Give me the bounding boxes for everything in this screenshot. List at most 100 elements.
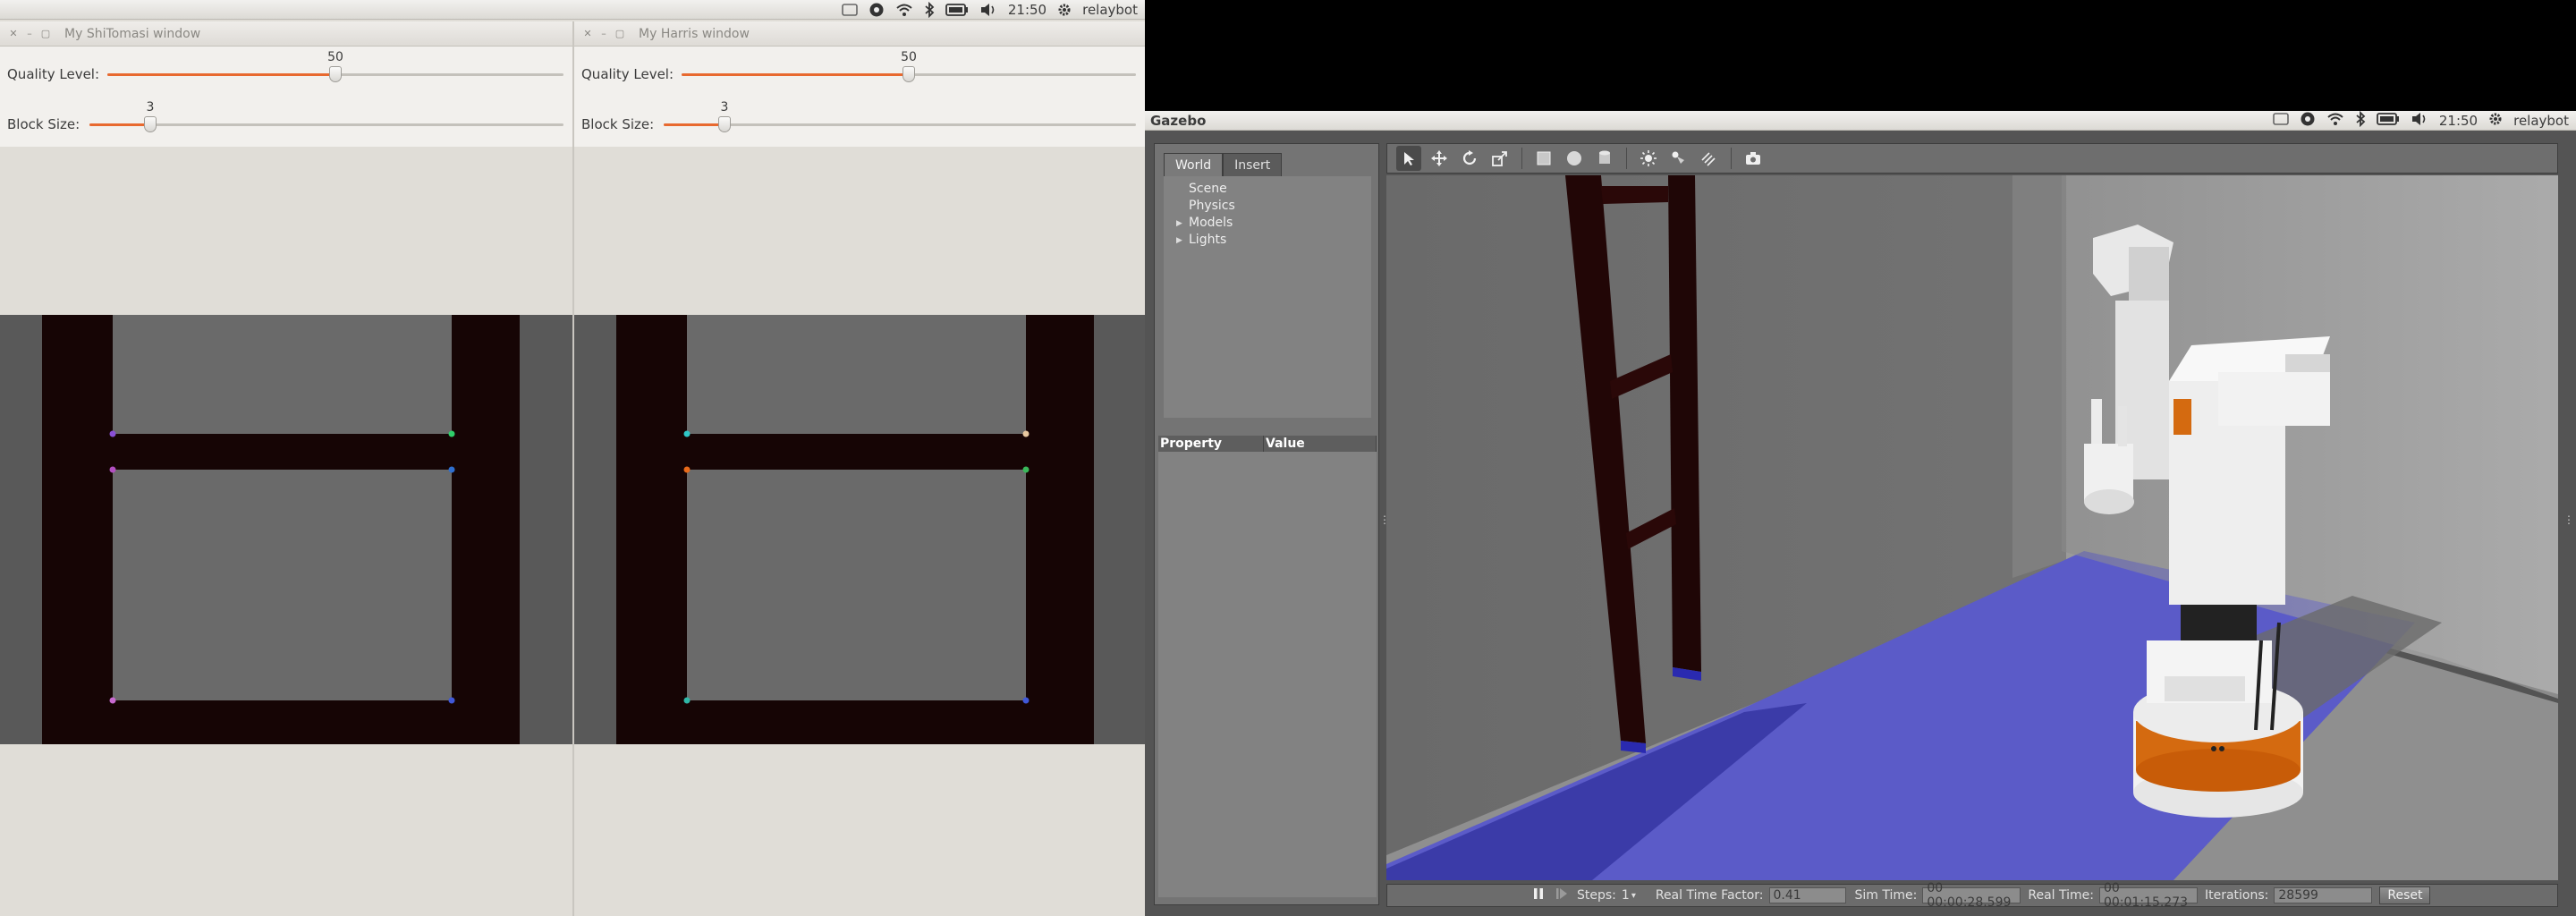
gazebo-toolbar [1386, 143, 2558, 174]
steps-label: Steps: [1577, 888, 1616, 903]
volume-icon[interactable] [2411, 112, 2428, 130]
block-size-label: Block Size: [581, 116, 655, 132]
simulation-status-bar: Steps: 1 ▾ Real Time Factor: 0.41 Sim Ti… [1386, 881, 2558, 910]
sphere-icon[interactable] [1562, 146, 1587, 171]
clock[interactable]: 21:50 [2439, 113, 2478, 129]
left-screen: 21:50 relaybot ✕ – ▢ My ShiTomasi window… [0, 0, 1145, 916]
block-size-track[interactable] [664, 123, 1136, 126]
tab-world[interactable]: World [1164, 153, 1224, 176]
quality-slider-thumb[interactable] [329, 66, 342, 82]
chevron-down-icon[interactable]: ▾ [1631, 891, 1636, 901]
bluetooth-icon[interactable] [2355, 110, 2366, 131]
quality-label: Quality Level: [7, 66, 100, 82]
corner-marker [1022, 466, 1030, 473]
shitomasi-window: ✕ – ▢ My ShiTomasi window Quality Level:… [0, 21, 572, 916]
close-icon[interactable]: ✕ [581, 28, 594, 40]
window-title-bar[interactable]: ✕ – ▢ My ShiTomasi window [0, 21, 572, 47]
iterations-field: 28599 [2274, 887, 2373, 903]
sim-time-field: 00 00:00:28.599 [1922, 881, 2021, 910]
rotate-icon[interactable] [1457, 146, 1482, 171]
corner-marker [448, 466, 455, 473]
real-time-field: 00 00:01:15.273 [2098, 881, 2198, 910]
minimize-icon[interactable]: – [23, 28, 36, 40]
corner-marker [683, 466, 691, 473]
block-size-track[interactable] [89, 123, 564, 126]
corner-marker [1022, 430, 1030, 437]
box-icon[interactable] [1531, 146, 1556, 171]
dropbox-icon[interactable] [842, 2, 858, 18]
world-panel: World Insert Scene Physics ▶ Models ▶ Li… [1154, 143, 1379, 905]
tab-insert[interactable]: Insert [1223, 153, 1283, 176]
gazebo-top-bar: Gazebo 21:50 relaybot [1145, 110, 2576, 131]
block-size-slider-thumb[interactable] [718, 116, 731, 132]
select-icon[interactable] [1396, 146, 1421, 171]
corner-marker [683, 697, 691, 704]
splitter-handle[interactable]: ⋮ [1379, 513, 1390, 531]
quality-value: 50 [327, 50, 343, 64]
spot-light-icon[interactable] [1666, 146, 1691, 171]
minimize-icon[interactable]: – [597, 28, 610, 40]
3d-viewport[interactable] [1386, 175, 2558, 880]
user-name[interactable]: relaybot [2513, 113, 2569, 129]
cylinder-icon[interactable] [1592, 146, 1617, 171]
battery-icon[interactable] [945, 2, 969, 18]
tree-item-lights[interactable]: Lights [1189, 233, 1226, 247]
block-size-value: 3 [146, 100, 155, 114]
volume-icon[interactable] [979, 2, 997, 18]
block-size-trackbar: Block Size: 3 [0, 97, 572, 147]
maximize-icon[interactable]: ▢ [614, 28, 626, 40]
gear-icon[interactable] [1057, 2, 1072, 18]
camera-icon[interactable] [1741, 146, 1766, 171]
corner-marker [683, 430, 691, 437]
bluetooth-icon[interactable] [924, 1, 935, 18]
splitter-handle[interactable]: ⋮ [2563, 513, 2574, 531]
corner-marker [109, 466, 116, 473]
maximize-icon[interactable]: ▢ [39, 28, 52, 40]
sun-icon[interactable] [1636, 146, 1661, 171]
user-name[interactable]: relaybot [1082, 2, 1138, 18]
real-time-factor-field: 0.41 [1768, 887, 1846, 903]
tree-item-physics[interactable]: Physics [1189, 199, 1235, 213]
steps-value[interactable]: 1 [1622, 888, 1630, 903]
property-table: Property Value [1158, 436, 1377, 897]
close-icon[interactable]: ✕ [7, 28, 20, 40]
wifi-icon[interactable] [2326, 112, 2344, 130]
expand-arrow-icon[interactable]: ▶ [1176, 236, 1182, 245]
corner-marker [109, 430, 116, 437]
tree-item-models[interactable]: Models [1189, 216, 1233, 230]
toolbar-separator [1731, 148, 1732, 169]
corner-marker [448, 697, 455, 704]
quality-value: 50 [901, 50, 917, 64]
pause-icon[interactable] [1532, 886, 1545, 904]
wifi-icon[interactable] [895, 2, 913, 18]
battery-icon[interactable] [2376, 112, 2400, 130]
toolbar-separator [1626, 148, 1627, 169]
corner-detection-image [574, 315, 1145, 744]
clock[interactable]: 21:50 [1008, 2, 1046, 18]
sim-time-label: Sim Time: [1854, 888, 1918, 903]
chromium-icon[interactable] [869, 2, 885, 18]
quality-slider-thumb[interactable] [902, 66, 915, 82]
column-header-value[interactable]: Value [1264, 436, 1377, 452]
iterations-label: Iterations: [2204, 888, 2269, 903]
step-icon[interactable] [1555, 886, 1568, 904]
dropbox-icon[interactable] [2273, 112, 2289, 130]
system-top-bar: 21:50 relaybot [0, 0, 1145, 20]
expand-arrow-icon[interactable]: ▶ [1176, 219, 1182, 228]
window-title: My ShiTomasi window [64, 26, 201, 41]
real-time-label: Real Time: [2028, 888, 2094, 903]
window-title-bar[interactable]: ✕ – ▢ My Harris window [574, 21, 1145, 47]
directional-light-icon[interactable] [1697, 146, 1722, 171]
corner-marker [1022, 697, 1030, 704]
quality-trackbar: Quality Level: 50 [0, 47, 572, 97]
scale-icon[interactable] [1487, 146, 1513, 171]
tree-item-scene[interactable]: Scene [1189, 182, 1227, 196]
real-time-factor-label: Real Time Factor: [1655, 888, 1764, 903]
column-header-property[interactable]: Property [1158, 436, 1264, 452]
block-size-slider-thumb[interactable] [144, 116, 157, 132]
chromium-icon[interactable] [2300, 111, 2316, 131]
toolbar-separator [1521, 148, 1522, 169]
gear-icon[interactable] [2488, 112, 2503, 130]
reset-button[interactable]: Reset [2379, 886, 2431, 904]
translate-icon[interactable] [1427, 146, 1452, 171]
